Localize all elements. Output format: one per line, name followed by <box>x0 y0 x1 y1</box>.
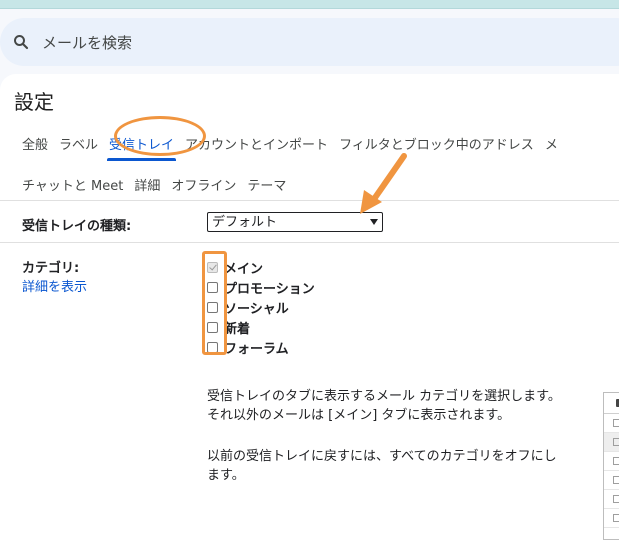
settings-tabs-row1: 全般 ラベル 受信トレイ アカウントとインポート フィルタとブロック中のアドレス… <box>22 134 569 161</box>
divider <box>0 200 619 201</box>
categories-label: カテゴリ: <box>22 261 80 276</box>
inbox-type-value: デフォルト <box>212 215 278 230</box>
tab-labels[interactable]: ラベル <box>59 134 98 153</box>
category-label: メイン <box>224 261 264 277</box>
settings-panel: 設定 全般 ラベル 受信トレイ アカウントとインポート フィルタとブロック中のア… <box>0 74 619 554</box>
tab-offline[interactable]: オフライン <box>171 175 236 194</box>
annotation-oval <box>114 116 206 156</box>
divider <box>0 242 619 243</box>
search-bar[interactable]: メールを検索 <box>0 18 619 66</box>
tab-chat-meet[interactable]: チャットと Meet <box>22 175 123 194</box>
annotation-arrow-icon <box>360 153 407 214</box>
browser-top-strip <box>0 0 619 9</box>
tab-themes[interactable]: テーマ <box>247 175 286 194</box>
tab-advanced[interactable]: 詳細 <box>134 175 160 194</box>
category-label: 新着 <box>224 321 251 337</box>
category-label: ソーシャル <box>224 301 289 317</box>
tab-forwarding-truncated[interactable]: メ <box>545 134 558 153</box>
page-title: 設定 <box>14 90 54 114</box>
learn-more-link[interactable]: 詳細を表示 <box>22 276 87 295</box>
annotation-rectangle <box>202 251 227 355</box>
settings-tabs-row2: チャットと Meet 詳細 オフライン テーマ <box>22 175 297 194</box>
search-input[interactable]: メールを検索 <box>42 32 132 53</box>
tab-accounts-import[interactable]: アカウントとインポート <box>185 134 328 153</box>
category-description: 受信トレイのタブに表示するメール カテゴリを選択します。それ以外のメールは [メ… <box>207 389 561 423</box>
inbox-type-label: 受信トレイの種類: <box>22 219 132 234</box>
category-label: フォーラム <box>224 341 289 357</box>
revert-description: 以前の受信トレイに戻すには、すべてのカテゴリをオフにします。 <box>207 449 557 483</box>
tab-general[interactable]: 全般 <box>22 134 48 153</box>
search-icon[interactable] <box>12 33 30 51</box>
category-label: プロモーション <box>224 281 315 297</box>
inbox-preview-image <box>603 392 619 540</box>
